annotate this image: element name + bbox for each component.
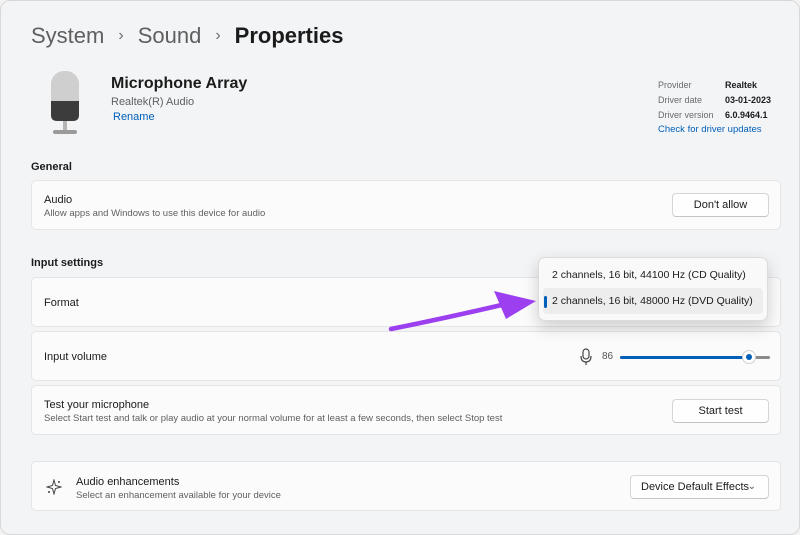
driver-date-value: 03-01-2023 [724, 94, 772, 105]
driver-date-label: Driver date [658, 94, 703, 105]
microphone-icon[interactable] [580, 348, 592, 366]
format-option-dvd[interactable]: 2 channels, 16 bit, 48000 Hz (DVD Qualit… [543, 288, 763, 314]
enhancements-dropdown-value: Device Default Effects [641, 481, 750, 493]
format-label: Format [44, 297, 79, 309]
breadcrumb-sound[interactable]: Sound [138, 23, 202, 49]
test-microphone-description: Select Start test and talk or play audio… [44, 413, 503, 424]
device-name: Microphone Array [111, 75, 248, 92]
volume-slider-fill [620, 356, 749, 359]
audio-title: Audio [44, 194, 73, 206]
driver-version-label: Driver version [658, 109, 714, 120]
provider-label: Provider [658, 79, 692, 90]
section-title-general: General [31, 161, 72, 173]
enhancements-dropdown[interactable]: Device Default Effects ⌄ [630, 475, 769, 499]
breadcrumb: System › Sound › Properties [31, 21, 343, 51]
provider-value: Realtek [725, 79, 758, 90]
format-dropdown-menu: 2 channels, 16 bit, 44100 Hz (CD Quality… [538, 257, 768, 321]
chevron-down-icon: ⌄ [747, 481, 756, 492]
audio-enhancements-card: Audio enhancements Select an enhancement… [31, 461, 781, 511]
input-volume-label: Input volume [44, 351, 107, 363]
page-title: Properties [234, 23, 344, 48]
volume-value: 86 [602, 351, 614, 362]
rename-link[interactable]: Rename [113, 111, 155, 123]
device-subtitle: Realtek(R) Audio [111, 96, 195, 108]
chevron-right-icon: › [215, 27, 221, 44]
format-option-cd[interactable]: 2 channels, 16 bit, 44100 Hz (CD Quality… [543, 262, 763, 288]
audio-enhancements-title: Audio enhancements [76, 476, 180, 488]
annotation-arrow [388, 291, 536, 332]
breadcrumb-system[interactable]: System [31, 23, 104, 49]
device-header: Microphone Array Realtek(R) Audio Rename… [31, 69, 771, 149]
test-microphone-card: Test your microphone Select Start test a… [31, 385, 781, 435]
sparkle-icon [46, 479, 62, 495]
test-microphone-title: Test your microphone [44, 399, 150, 411]
audio-card: Audio Allow apps and Windows to use this… [31, 180, 781, 230]
audio-enhancements-description: Select an enhancement available for your… [76, 490, 281, 501]
microphone-icon [51, 71, 79, 134]
section-title-input-settings: Input settings [31, 257, 104, 269]
chevron-right-icon: › [118, 27, 124, 44]
volume-slider[interactable] [620, 350, 770, 364]
driver-version-value: 6.0.9464.1 [725, 109, 768, 120]
driver-info: Provider Realtek Driver date 03-01-2023 Dr… [658, 77, 772, 136]
settings-window: System › Sound › Properties Microphone A… [0, 0, 800, 535]
start-test-button[interactable]: Start test [672, 399, 769, 423]
audio-description: Allow apps and Windows to use this devic… [44, 208, 266, 219]
volume-slider-thumb[interactable] [742, 350, 756, 364]
check-driver-updates-link[interactable]: Check for driver updates [658, 124, 771, 135]
dont-allow-button[interactable]: Don't allow [672, 193, 769, 217]
input-volume-card: Input volume 86 [31, 331, 781, 381]
